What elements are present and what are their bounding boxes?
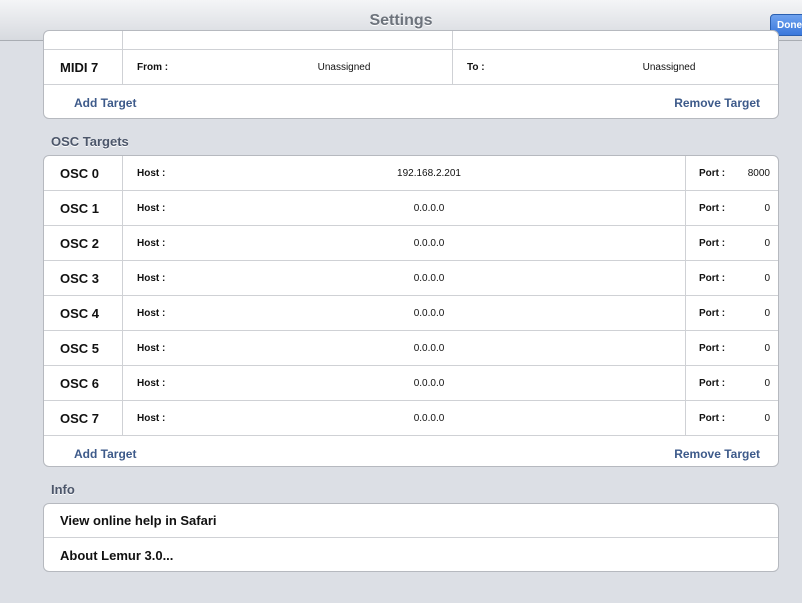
host-value[interactable]: 192.168.2.201 (324, 156, 534, 190)
info-group: View online help in Safari About Lemur 3… (43, 503, 779, 572)
osc-actions-row: Add Target Remove Target (44, 436, 778, 466)
osc-row-2[interactable]: OSC 2 Host : 0.0.0.0 Port : 0 (44, 226, 778, 261)
osc-row-name: OSC 7 (60, 410, 100, 426)
port-value[interactable]: 0 (764, 261, 770, 295)
osc-row-5[interactable]: OSC 5 Host : 0.0.0.0 Port : 0 (44, 331, 778, 366)
host-label: Host : (137, 202, 166, 214)
host-value[interactable]: 0.0.0.0 (324, 226, 534, 260)
osc-row-name: OSC 4 (60, 305, 100, 321)
host-value[interactable]: 0.0.0.0 (324, 261, 534, 295)
midi-add-target-button[interactable]: Add Target (74, 85, 136, 118)
host-label: Host : (137, 342, 166, 354)
osc-row-6[interactable]: OSC 6 Host : 0.0.0.0 Port : 0 (44, 366, 778, 401)
host-value[interactable]: 0.0.0.0 (324, 191, 534, 225)
midi-row-7[interactable]: MIDI 7 From : Unassigned To : Unassigned (44, 50, 778, 85)
port-value[interactable]: 0 (764, 191, 770, 225)
port-value[interactable]: 0 (764, 226, 770, 260)
host-value[interactable]: 0.0.0.0 (324, 401, 534, 435)
midi-row-previous (44, 31, 778, 50)
host-label: Host : (137, 307, 166, 319)
host-label: Host : (137, 272, 166, 284)
midi-targets-group: MIDI 7 From : Unassigned To : Unassigned… (43, 30, 779, 119)
port-label: Port : (699, 237, 726, 249)
port-label: Port : (699, 412, 726, 424)
osc-row-0[interactable]: OSC 0 Host : 192.168.2.201 Port : 8000 (44, 156, 778, 191)
port-label: Port : (699, 272, 726, 284)
osc-row-name: OSC 0 (60, 165, 100, 181)
host-label: Host : (137, 237, 166, 249)
osc-row-name: OSC 1 (60, 200, 100, 216)
to-label: To : (467, 61, 485, 73)
host-label: Host : (137, 412, 166, 424)
port-value[interactable]: 0 (764, 296, 770, 330)
port-value[interactable]: 8000 (748, 156, 770, 190)
host-label: Host : (137, 377, 166, 389)
host-label: Host : (137, 167, 166, 179)
port-label: Port : (699, 202, 726, 214)
osc-targets-group: OSC 0 Host : 192.168.2.201 Port : 8000 OSC 1 H… (43, 155, 779, 467)
osc-remove-target-button[interactable]: Remove Target (674, 436, 760, 466)
host-value[interactable]: 0.0.0.0 (324, 331, 534, 365)
osc-row-name: OSC 6 (60, 375, 100, 391)
osc-add-target-button[interactable]: Add Target (74, 436, 136, 466)
osc-row-1[interactable]: OSC 1 Host : 0.0.0.0 Port : 0 (44, 191, 778, 226)
osc-row-name: OSC 2 (60, 235, 100, 251)
midi-remove-target-button[interactable]: Remove Target (674, 85, 760, 118)
from-label: From : (137, 61, 169, 73)
osc-row-name: OSC 5 (60, 340, 100, 356)
info-header: Info (51, 482, 75, 497)
osc-row-name: OSC 3 (60, 270, 100, 286)
port-label: Port : (699, 167, 726, 179)
to-value[interactable]: Unassigned (569, 50, 769, 84)
midi-row-name: MIDI 7 (60, 59, 99, 75)
host-value[interactable]: 0.0.0.0 (324, 296, 534, 330)
port-value[interactable]: 0 (764, 366, 770, 400)
port-value[interactable]: 0 (764, 401, 770, 435)
page-title: Settings (369, 12, 433, 29)
port-label: Port : (699, 307, 726, 319)
from-value[interactable]: Unassigned (244, 50, 444, 84)
midi-actions-row: Add Target Remove Target (44, 85, 778, 118)
port-label: Port : (699, 342, 726, 354)
osc-row-3[interactable]: OSC 3 Host : 0.0.0.0 Port : 0 (44, 261, 778, 296)
osc-targets-header: OSC Targets (51, 134, 129, 149)
view-online-help-link[interactable]: View online help in Safari (44, 504, 778, 538)
osc-row-7[interactable]: OSC 7 Host : 0.0.0.0 Port : 0 (44, 401, 778, 436)
host-value[interactable]: 0.0.0.0 (324, 366, 534, 400)
about-lemur-link[interactable]: About Lemur 3.0... (44, 538, 778, 571)
port-label: Port : (699, 377, 726, 389)
osc-row-4[interactable]: OSC 4 Host : 0.0.0.0 Port : 0 (44, 296, 778, 331)
port-value[interactable]: 0 (764, 331, 770, 365)
